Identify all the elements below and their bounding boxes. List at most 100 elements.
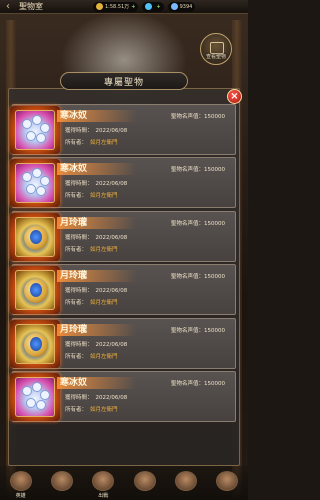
relic-acquired-label: 獲得時間：	[65, 128, 93, 134]
relic-frame	[10, 159, 60, 208]
relic-fame: 聖物名声值：150000	[171, 219, 225, 227]
relic-acquired-label: 獲得時間：	[65, 394, 93, 401]
panel-title: 專屬聖物	[60, 72, 188, 90]
nav-item[interactable]	[171, 471, 201, 498]
diamond-icon	[145, 3, 153, 10]
relic-fame-label: 聖物名声值：	[170, 167, 204, 174]
moon-orb-relic-icon	[15, 323, 55, 364]
moon-orb-relic-icon	[15, 216, 55, 257]
frost-flower-relic-icon	[15, 163, 55, 204]
relic-fame-value: 150000	[204, 167, 225, 174]
relic-acquired: 獲得時間： 2022/06/08	[65, 233, 127, 241]
relic-card[interactable]: 寒冰奴 聖物名声值：150000 獲得時間： 2022/06/08 所有者： 如月左衛門	[10, 370, 236, 422]
resource-gold-value: 1:58.51万	[105, 4, 130, 10]
relic-fame-value: 150000	[204, 327, 225, 334]
relic-owner: 所有者： 如月左衛門	[65, 191, 118, 199]
relic-fame-label: 聖物名声值：	[170, 114, 204, 120]
relic-owner-value: 如月左衛門	[90, 353, 118, 360]
nav-item[interactable]	[47, 471, 77, 498]
close-icon[interactable]: ×	[227, 89, 242, 104]
crystal-icon	[170, 3, 178, 10]
relic-fame: 聖物名声值：150000	[171, 326, 225, 334]
relic-fame-label: 聖物名声值：	[170, 274, 204, 281]
relic-owner-label: 所有者：	[65, 140, 88, 146]
relic-owner-value: 如月左衛門	[90, 140, 118, 146]
relic-owner-label: 所有者：	[65, 193, 88, 200]
moon-orb-relic-icon	[15, 270, 55, 311]
relic-fame-label: 聖物名声值：	[170, 380, 204, 387]
relic-owner-value: 如月左衛門	[90, 406, 118, 413]
relic-owner: 所有者： 如月左衛門	[65, 352, 118, 360]
team-icon	[50, 471, 73, 491]
resource-crystal-value: 9394	[179, 3, 193, 10]
resource-diamond[interactable]: +	[142, 1, 164, 12]
frost-flower-relic-icon	[15, 376, 55, 417]
relic-owner-value: 如月左衛門	[90, 246, 118, 253]
relic-owner-value: 如月左衛門	[90, 300, 118, 307]
relic-card[interactable]: 月玲瓏 聖物名声值：150000 獲得時間： 2022/06/08 所有者： 如月左衛門	[10, 264, 236, 316]
relic-acquired: 獲得時間： 2022/06/08	[65, 340, 127, 348]
relic-frame	[10, 212, 60, 261]
view-relics-button[interactable]	[200, 33, 232, 65]
relic-fame-value: 150000	[204, 380, 225, 387]
relic-frame	[10, 266, 60, 315]
relic-acquired-value: 2022/06/08	[95, 181, 128, 188]
relic-fame: 聖物名声值：150000	[171, 112, 225, 120]
relic-name: 月玲瓏	[57, 323, 137, 336]
relic-name: 月玲瓏	[57, 270, 137, 283]
shop-icon	[174, 471, 197, 491]
resource-gold[interactable]: 1:58.51万 +	[93, 1, 139, 12]
view-relics-label: 查看聖物	[205, 54, 226, 60]
cat-icon	[133, 471, 156, 491]
relic-owner-label: 所有者：	[65, 353, 88, 360]
relic-owner-value: 如月左衛門	[90, 193, 118, 200]
relic-acquired-value: 2022/06/08	[95, 394, 128, 401]
relic-owner: 所有者： 如月左衛門	[65, 138, 118, 146]
relic-acquired-label: 獲得時間：	[65, 288, 93, 295]
add-gold-icon[interactable]: +	[131, 4, 135, 10]
relic-card[interactable]: 寒冰奴 聖物名声值：150000 獲得時間： 2022/06/08 所有者： 如月左衛門	[10, 157, 236, 209]
relic-acquired: 獲得時間： 2022/06/08	[65, 179, 127, 187]
nav-label: 出戰	[98, 493, 109, 499]
nav-item[interactable]	[212, 471, 242, 498]
relic-acquired-value: 2022/06/08	[95, 341, 128, 348]
relic-card[interactable]: 月玲瓏 聖物名声值：150000 獲得時間： 2022/06/08 所有者： 如月左衛門	[10, 317, 236, 369]
relic-acquired: 獲得時間： 2022/06/08	[65, 126, 127, 134]
relic-fame-label: 聖物名声值：	[170, 220, 204, 227]
relic-name: 寒冰奴	[57, 110, 137, 122]
relic-frame	[10, 319, 60, 368]
menu-icon	[216, 471, 239, 491]
relic-acquired: 獲得時間： 2022/06/08	[65, 393, 127, 401]
back-arrow-icon[interactable]: ‹	[0, 0, 16, 14]
relic-fame-value: 150000	[204, 220, 225, 227]
relic-card[interactable]: 寒冰奴 聖物名声值：150000 獲得時間： 2022/06/08 所有者： 如月左衛門	[10, 104, 236, 155]
relic-fame-value: 150000	[204, 114, 225, 120]
relic-card[interactable]: 月玲瓏 聖物名声值：150000 獲得時間： 2022/06/08 所有者： 如月左衛門	[10, 210, 236, 262]
top-bar: ‹ 聖物室 1:58.51万 + + 9394	[0, 0, 248, 14]
relic-owner: 所有者： 如月左衛門	[65, 245, 118, 253]
nav-item[interactable]: 出戰	[88, 471, 118, 499]
relic-acquired-label: 獲得時間：	[65, 181, 93, 188]
relic-name: 寒冰奴	[57, 376, 137, 389]
relic-acquired-label: 獲得時間：	[65, 341, 93, 348]
nav-item[interactable]	[130, 471, 160, 498]
page-title: 聖物室	[19, 2, 43, 11]
relic-acquired: 獲得時間： 2022/06/08	[65, 286, 127, 294]
relic-owner-label: 所有者：	[65, 406, 88, 413]
relic-fame: 聖物名声值：150000	[171, 165, 225, 173]
relic-acquired-value: 2022/06/08	[95, 288, 128, 295]
nav-label: 英雄	[15, 493, 26, 499]
relic-acquired-value: 2022/06/08	[95, 234, 128, 241]
relic-acquired-label: 獲得時間：	[65, 234, 93, 241]
add-diamond-icon[interactable]: +	[156, 4, 160, 10]
relic-owner: 所有者： 如月左衛門	[65, 405, 118, 413]
nav-item[interactable]: 英雄	[6, 471, 36, 499]
relic-list: 寒冰奴 聖物名声值：150000 獲得時間： 2022/06/08 所有者： 如月左衛門寒…	[10, 104, 236, 424]
relic-owner-label: 所有者：	[65, 246, 88, 253]
resource-crystal[interactable]: 9394	[167, 1, 196, 12]
relic-owner-label: 所有者：	[65, 300, 88, 307]
hero-icon	[9, 471, 32, 491]
battle-icon	[92, 471, 115, 491]
relic-fame-value: 150000	[204, 274, 225, 281]
relic-name: 月玲瓏	[57, 216, 137, 229]
